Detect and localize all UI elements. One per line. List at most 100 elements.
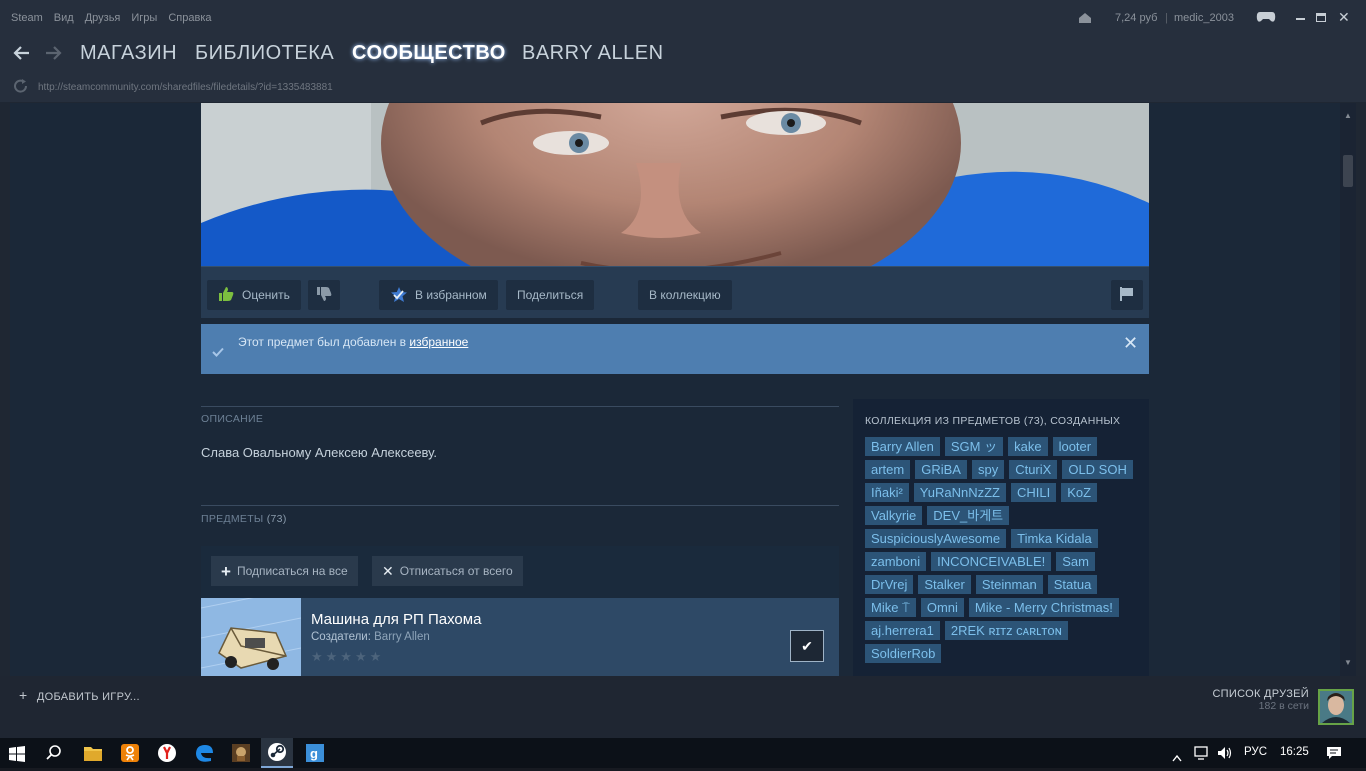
report-button[interactable] (1111, 280, 1143, 310)
friends-list-label: СПИСОК ДРУЗЕЙ (1212, 688, 1309, 700)
creator-tag[interactable]: Mike ⍑ (865, 598, 916, 617)
wallet-balance[interactable]: 7,24 руб (1115, 12, 1157, 24)
creator-tag[interactable]: Steinman (975, 575, 1043, 594)
item-title[interactable]: Машина для РП Пахома (311, 611, 481, 628)
creator-tag[interactable]: SGM ッ (944, 437, 1004, 456)
creator-tag[interactable]: aj.herrera1 (865, 621, 940, 640)
add-to-collection-button[interactable]: В коллекцию (638, 280, 732, 310)
yandex-browser-icon[interactable] (156, 742, 178, 764)
creator-tag[interactable]: YuRaNnNzZZ (913, 483, 1006, 502)
network-icon[interactable] (1194, 746, 1210, 760)
creator-tag[interactable]: CHILI (1011, 483, 1057, 502)
subscribe-bar: + Подписаться на все ✕ Отписаться от все… (201, 546, 839, 598)
scroll-down-icon[interactable]: ▼ (1343, 658, 1353, 668)
creator-tag[interactable]: artem (865, 460, 911, 479)
menu-friends[interactable]: Друзья (85, 12, 121, 24)
subscribed-toggle[interactable]: ✔ (790, 630, 824, 662)
list-item[interactable]: Машина для РП Пахома Создатели: Barry Al… (201, 598, 839, 676)
creator-tag[interactable]: zamboni (865, 552, 927, 571)
page-url[interactable]: http://steamcommunity.com/sharedfiles/fi… (38, 82, 333, 93)
forward-arrow-icon[interactable] (45, 45, 63, 66)
tab-library[interactable]: БИБЛИОТЕКА (195, 42, 334, 65)
notifications-icon[interactable] (1326, 746, 1342, 760)
minimize-icon[interactable] (1296, 18, 1305, 20)
creator-tag[interactable]: Stalker (918, 575, 971, 594)
tab-community[interactable]: СООБЩЕСТВО (352, 42, 506, 65)
steam-taskbar-icon[interactable] (261, 738, 293, 768)
favorite-label: В избранном (415, 288, 487, 302)
clock[interactable]: 16:25 (1280, 746, 1309, 758)
creator-tag[interactable]: Timka Kidala (1011, 529, 1098, 548)
announcements-icon[interactable] (1078, 11, 1092, 23)
creator-tag[interactable]: SoldierRob (865, 644, 942, 663)
scrollbar[interactable]: ▲ ▼ (1340, 103, 1356, 676)
creator-tag[interactable]: DEV_바게트 (927, 506, 1010, 525)
creator-tag[interactable]: kake (1008, 437, 1048, 456)
footer-bar: + ДОБАВИТЬ ИГРУ... СПИСОК ДРУЗЕЙ 182 в с… (0, 676, 1366, 738)
creator-tag[interactable]: SuspiciouslyAwesome (865, 529, 1007, 548)
search-icon[interactable] (46, 745, 62, 761)
game-icon[interactable] (230, 742, 252, 764)
unsubscribe-all-button[interactable]: ✕ Отписаться от всего (372, 556, 523, 586)
creator-tag[interactable]: Statua (1047, 575, 1098, 594)
back-arrow-icon[interactable] (12, 45, 30, 66)
maximize-icon[interactable] (1316, 13, 1326, 22)
item-thumbnail[interactable] (201, 598, 301, 676)
chevron-up-icon[interactable] (1172, 749, 1182, 762)
menu-help[interactable]: Справка (168, 12, 211, 24)
divider (201, 505, 839, 506)
refresh-icon[interactable] (13, 79, 29, 98)
creator-tag[interactable]: Barry Allen (865, 437, 940, 456)
creator-tag[interactable]: Iñaki² (865, 483, 909, 502)
share-button[interactable]: Поделиться (506, 280, 595, 310)
action-bar: Оценить В избранном Поделиться В коллекц… (201, 266, 1149, 318)
odnoklassniki-icon[interactable] (119, 742, 141, 764)
creator-tag[interactable]: GRiBA (915, 460, 967, 479)
creator-tag[interactable]: Omni (920, 598, 964, 617)
menu-steam[interactable]: Steam (11, 12, 43, 24)
keyboard-language[interactable]: РУС (1244, 746, 1267, 758)
creator-tag[interactable]: Valkyrie (865, 506, 923, 525)
creator-tag[interactable]: KoZ (1061, 483, 1098, 502)
favorites-link[interactable]: избранное (409, 335, 468, 349)
creators-label: Создатели: (311, 631, 371, 643)
favorite-notification: Этот предмет был добавлен в избранное ✕ (201, 324, 1149, 374)
divider (201, 406, 839, 407)
avatar[interactable] (1318, 689, 1354, 725)
dismiss-icon[interactable]: ✕ (1123, 334, 1138, 352)
creator-tag[interactable]: DrVrej (865, 575, 914, 594)
subscribe-all-button[interactable]: + Подписаться на все (211, 556, 358, 586)
creator-tag[interactable]: looter (1052, 437, 1098, 456)
friends-list-button[interactable]: СПИСОК ДРУЗЕЙ 182 в сети (1212, 688, 1309, 712)
big-picture-icon[interactable] (1256, 10, 1276, 24)
add-game-button[interactable]: + ДОБАВИТЬ ИГРУ... (19, 687, 140, 703)
gamejolt-icon[interactable]: g (304, 742, 326, 764)
close-icon[interactable]: ✕ (1338, 10, 1350, 24)
favorite-button[interactable]: В избранном (379, 280, 498, 310)
volume-icon[interactable] (1217, 746, 1233, 760)
menu-view[interactable]: Вид (54, 12, 74, 24)
tab-store[interactable]: МАГАЗИН (80, 42, 177, 65)
creator-tag[interactable]: CturiX (1009, 460, 1058, 479)
file-explorer-icon[interactable] (82, 742, 104, 764)
creator-tag[interactable]: spy (971, 460, 1005, 479)
account-name[interactable]: medic_2003 (1174, 12, 1234, 24)
tab-profile[interactable]: BARRY ALLEN (522, 42, 664, 65)
windows-taskbar: g РУС 16:25 (0, 738, 1366, 768)
windows-start-icon[interactable] (9, 746, 25, 762)
description-heading: ОПИСАНИЕ (201, 413, 264, 425)
edge-icon[interactable] (193, 742, 215, 764)
creator-tag[interactable]: INCONCEIVABLE! (931, 552, 1052, 571)
creator-name[interactable]: Barry Allen (374, 631, 430, 643)
plus-icon: + (19, 687, 28, 703)
creator-tag[interactable]: Mike - Merry Christmas! (968, 598, 1119, 617)
menu-games[interactable]: Игры (131, 12, 157, 24)
creator-tag[interactable]: OLD SOH (1062, 460, 1133, 479)
menu-separator: | (1165, 12, 1168, 24)
creator-tag[interactable]: Sam (1056, 552, 1095, 571)
scroll-thumb[interactable] (1343, 155, 1353, 187)
creator-tag[interactable]: 2REK ʀɪᴛᴢ ᴄᴀʀʟᴛᴏɴ (944, 621, 1068, 640)
rate-down-button[interactable] (308, 280, 340, 310)
scroll-up-icon[interactable]: ▲ (1343, 111, 1353, 121)
rate-up-button[interactable]: Оценить (207, 280, 301, 310)
